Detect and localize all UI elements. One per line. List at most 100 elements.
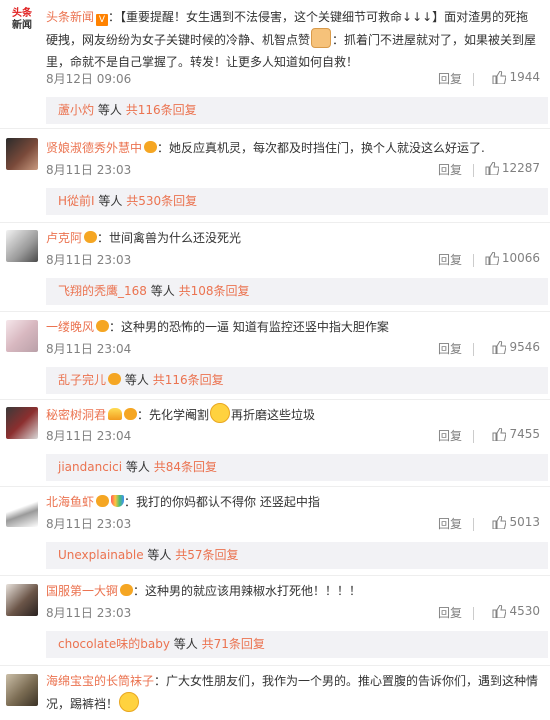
comment-author[interactable]: 北海鱼虾: [46, 495, 94, 509]
comment-author[interactable]: 一缕晚风: [46, 320, 94, 334]
reply-user[interactable]: 蘆小灼: [58, 103, 94, 117]
like-count: 1944: [509, 70, 540, 84]
reply-count[interactable]: 共530条回复: [126, 194, 197, 208]
reply-user[interactable]: 飞翔的秃鹰_168: [58, 284, 147, 298]
avatar[interactable]: [6, 674, 38, 706]
like-button[interactable]: 9546: [492, 340, 540, 354]
divider: [0, 486, 550, 487]
like-count: 7455: [509, 427, 540, 441]
reply-count[interactable]: 共116条回复: [126, 103, 197, 117]
like-count: 5013: [509, 515, 540, 529]
fan-badge-icon: [108, 373, 122, 385]
post-author[interactable]: 头条新闻: [46, 10, 94, 24]
verified-v-icon: V: [96, 14, 109, 26]
avatar[interactable]: [6, 495, 38, 527]
comment-body: 北海鱼虾 ：我打的你妈都认不得你 还竖起中指: [46, 491, 540, 513]
comment-text: ：我打的你妈都认不得你 还竖起中指: [124, 495, 320, 509]
comment-time: 8月11日 23:03: [46, 517, 132, 531]
reply-user[interactable]: 乱子完儿: [58, 373, 106, 387]
reply-summary[interactable]: jiandancici 等人 共84条回复: [46, 454, 548, 481]
comment-item: 国服第一大锕 ：这种男的就应该用辣椒水打死他！！！！ 8月11日 23:03 回复…: [0, 578, 550, 664]
comment-author[interactable]: 秘密树洞君: [46, 408, 106, 422]
toutiao-news-logo[interactable]: 头条 新闻: [6, 8, 38, 40]
like-button[interactable]: 10066: [485, 251, 540, 265]
comment-time: 8月11日 23:03: [46, 163, 132, 177]
comment-text: ：世间禽兽为什么还没死光: [97, 231, 242, 245]
reply-user[interactable]: jiandancici: [58, 460, 122, 474]
reply-user[interactable]: Unexplainable: [58, 548, 144, 562]
reply-middle: 等人: [173, 637, 198, 651]
comment-body: 卢克阿 ：世间禽兽为什么还没死光: [46, 227, 540, 249]
divider: [0, 222, 550, 223]
reply-summary[interactable]: 蘆小灼 等人 共116条回复: [46, 97, 548, 124]
avatar[interactable]: [6, 320, 38, 352]
like-button[interactable]: 1944: [492, 70, 540, 84]
reply-button[interactable]: 回复: [438, 340, 462, 357]
avatar[interactable]: [6, 584, 38, 616]
divider: [0, 665, 550, 666]
comment-author[interactable]: 卢克阿: [46, 231, 82, 245]
like-button[interactable]: 7455: [492, 427, 540, 441]
reply-button[interactable]: 回复: [438, 604, 462, 621]
reply-user[interactable]: chocolate味的baby: [58, 637, 170, 651]
comment-body: 一缕晚风 ：这种男的恐怖的一逼 知道有监控还竖中指大胆作案: [46, 316, 540, 338]
like-button[interactable]: 12287: [485, 161, 540, 175]
comment-meta: 8月11日 23:03 回复 10066: [46, 251, 540, 271]
reply-summary[interactable]: Unexplainable 等人 共57条回复: [46, 542, 548, 569]
reply-summary[interactable]: chocolate味的baby 等人 共71条回复: [46, 631, 548, 658]
thumbs-up-icon: [492, 515, 507, 529]
comment-author[interactable]: 贤娘淑德秀外慧中: [46, 141, 142, 155]
comment-meta: 8月11日 23:03 回复 5013: [46, 515, 540, 535]
comment-author[interactable]: 国服第一大锕: [46, 584, 118, 598]
comment-author[interactable]: 海绵宝宝的长筒袜子: [46, 674, 154, 688]
reply-button[interactable]: 回复: [438, 161, 462, 178]
comment-item: 贤娘淑德秀外慧中 ：她反应真机灵，每次都及时挡住门，换个人就没这么好运了. 8月1…: [0, 134, 550, 220]
comment-time: 8月11日 23:03: [46, 606, 132, 620]
thumbs-up-icon: [492, 427, 507, 441]
avatar[interactable]: [6, 230, 38, 262]
logo-line1: 头条: [12, 8, 32, 19]
divider: [0, 575, 550, 576]
reply-count[interactable]: 共71条回复: [202, 637, 265, 651]
post-time: 8月12日 09:06: [46, 72, 132, 86]
original-post: 头条 新闻 头条新闻 V ：【重要提醒！女生遇到不法侵害，这个关键细节可救命↓↓↓】…: [0, 0, 550, 124]
divider: [473, 343, 474, 356]
like-button[interactable]: 5013: [492, 515, 540, 529]
like-button[interactable]: 4530: [492, 604, 540, 618]
reply-count[interactable]: 共84条回复: [154, 460, 217, 474]
reply-user[interactable]: H從前I: [58, 194, 95, 208]
like-count: 12287: [501, 161, 540, 175]
reply-middle: 等人: [97, 103, 122, 117]
reply-button[interactable]: 回复: [438, 251, 462, 268]
divider: [0, 311, 550, 312]
reply-summary[interactable]: 飞翔的秃鹰_168 等人 共108条回复: [46, 278, 548, 305]
reply-button[interactable]: 回复: [438, 515, 462, 532]
reply-count[interactable]: 共116条回复: [153, 373, 224, 387]
thumbs-up-icon: [492, 340, 507, 354]
comment-body: 贤娘淑德秀外慧中 ：她反应真机灵，每次都及时挡住门，换个人就没这么好运了.: [46, 137, 540, 159]
reply-summary[interactable]: H從前I 等人 共530条回复: [46, 188, 548, 215]
fan-badge-icon: [124, 408, 138, 420]
comment-text-a: ：先化学阉割: [137, 408, 210, 422]
reply-count[interactable]: 共108条回复: [179, 284, 250, 298]
reply-middle: 等人: [147, 548, 172, 562]
comment-text-b: 再折磨这些垃圾: [231, 408, 316, 422]
wink-emoji-icon: [210, 403, 231, 423]
comment-time: 8月11日 23:03: [46, 253, 132, 267]
comment-time: 8月11日 23:04: [46, 342, 132, 356]
reply-count[interactable]: 共57条回复: [175, 548, 238, 562]
reply-button[interactable]: 回复: [438, 70, 462, 87]
reply-button[interactable]: 回复: [438, 427, 462, 444]
fan-badge-icon: [84, 231, 98, 243]
thumbs-up-emoji-icon: [311, 28, 332, 48]
comment-meta: 8月11日 23:03 回复 12287: [46, 161, 540, 181]
reply-middle: 等人: [124, 373, 149, 387]
comment-meta: 8月11日 23:03 回复 4530: [46, 604, 540, 624]
divider: [473, 73, 474, 86]
avatar[interactable]: [6, 407, 38, 439]
comment-text: ：这种男的恐怖的一逼 知道有监控还竖中指大胆作案: [109, 320, 389, 334]
comment-text: ：她反应真机灵，每次都及时挡住门，换个人就没这么好运了.: [157, 141, 485, 155]
divider: [0, 128, 550, 129]
reply-summary[interactable]: 乱子完儿 等人 共116条回复: [46, 367, 548, 394]
avatar[interactable]: [6, 138, 38, 170]
